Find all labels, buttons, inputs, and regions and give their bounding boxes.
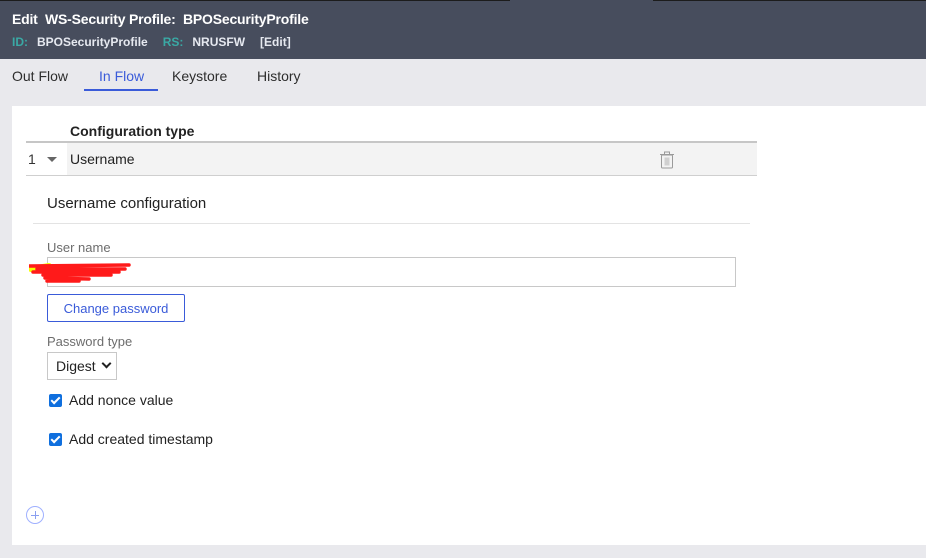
tab-bar: Out Flow In Flow Keystore History [0,59,926,103]
add-created-timestamp-option: Add created timestamp [49,431,213,447]
column-header-configuration-type: Configuration type [70,123,195,139]
add-nonce-option: Add nonce value [49,392,173,408]
rs-value: NRUSFW [192,35,246,49]
plus-circle-icon[interactable] [26,506,44,524]
add-nonce-label: Add nonce value [69,392,174,408]
page-header: Edit WS-Security Profile: BPOSecurityPro… [0,0,926,59]
header-gap [510,0,653,1]
row-background [67,143,757,175]
change-password-button[interactable]: Change password [47,294,185,322]
id-value: BPOSecurityProfile [37,35,148,49]
header-meta: ID: BPOSecurityProfile RS: NRUSFW [Edit] [12,35,291,49]
username-label: User name [47,240,111,255]
tab-history[interactable]: History [257,68,301,92]
table-row: 1 Username [26,141,757,176]
section-title: Username configuration [47,195,207,212]
chevron-down-icon [101,358,112,369]
add-nonce-checkbox[interactable] [49,393,62,407]
password-type-label: Password type [47,334,133,349]
page-title: Edit WS-Security Profile: BPOSecurityPro… [12,11,309,27]
section-divider [33,223,750,224]
caret-down-icon[interactable] [47,157,57,162]
rs-label: RS: [162,35,184,49]
redaction-scribble [29,263,131,283]
tab-out-flow[interactable]: Out Flow [12,68,68,92]
trash-icon[interactable] [659,151,675,169]
id-label: ID: [12,35,28,49]
password-type-select[interactable]: Digest [47,352,117,380]
password-type-value: Digest [56,358,96,374]
content-panel: Configuration type 1 Username Username c… [12,106,926,545]
add-created-timestamp-checkbox[interactable] [49,432,62,446]
edit-link[interactable]: [Edit] [260,35,291,49]
tab-keystore[interactable]: Keystore [172,68,227,92]
row-value: Username [70,151,135,167]
add-created-timestamp-label: Add created timestamp [69,431,213,447]
active-tab-indicator [84,89,158,91]
username-input[interactable] [47,257,736,287]
row-index: 1 [28,151,36,167]
